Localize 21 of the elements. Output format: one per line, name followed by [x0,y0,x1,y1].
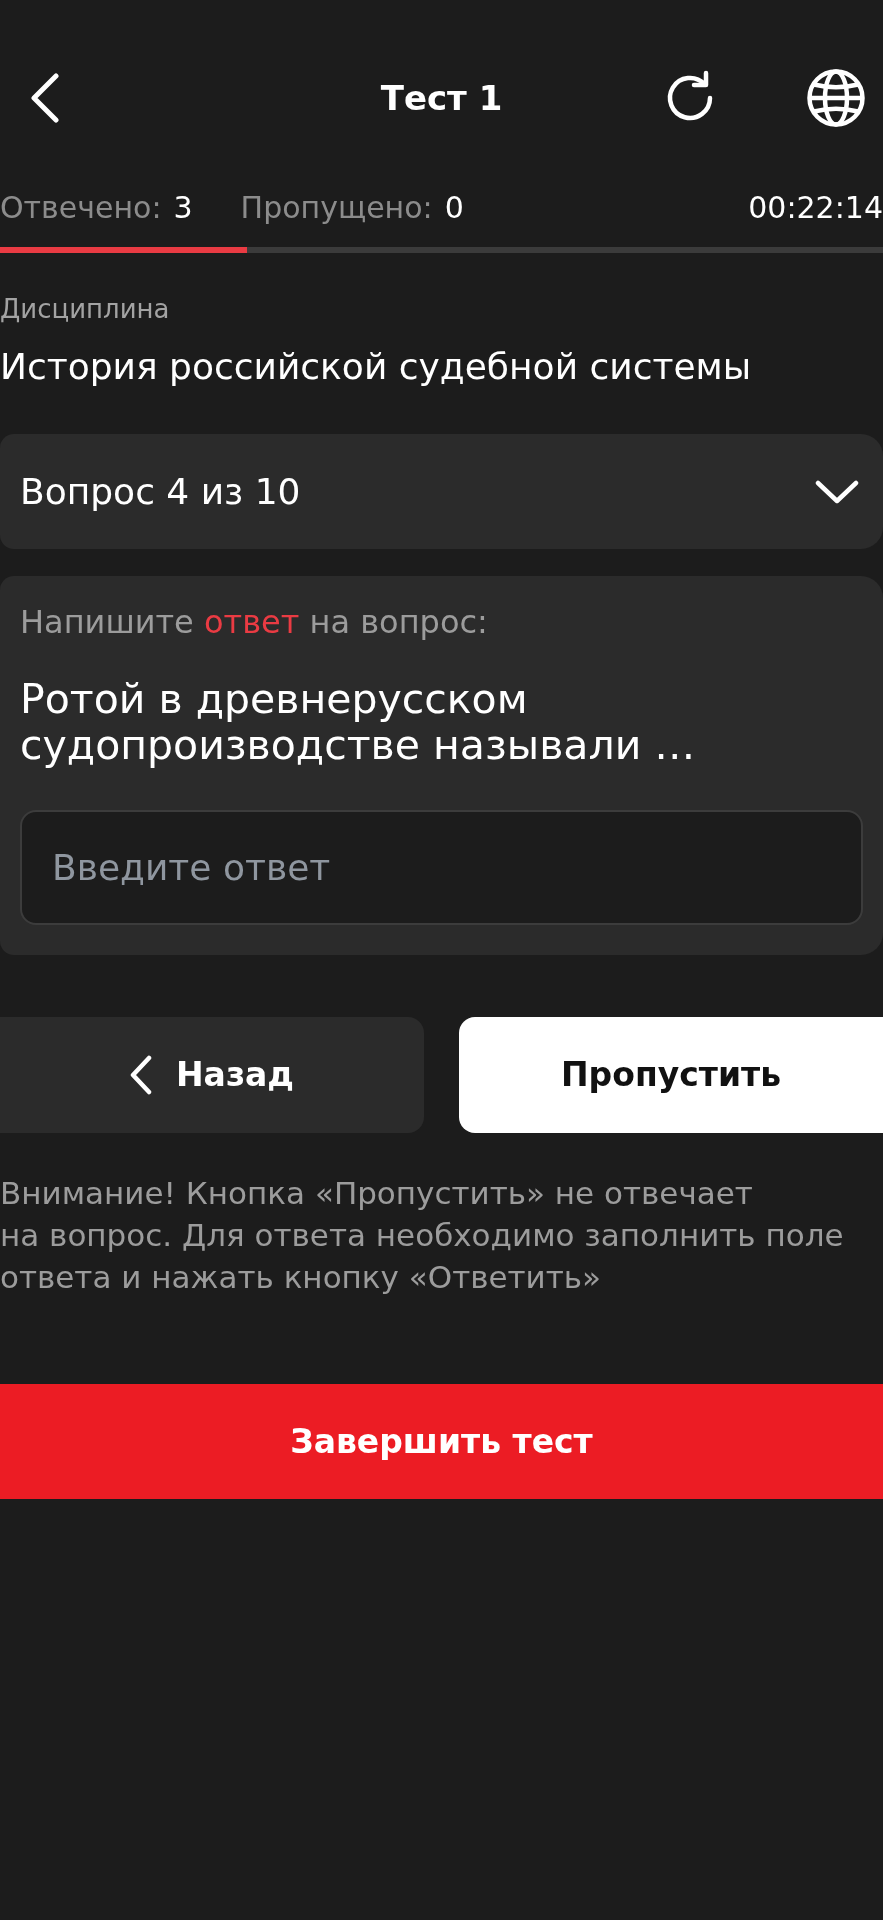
globe-icon [807,69,865,127]
stat-label: Отвечено: [0,190,162,226]
stat-label: Пропущено: [240,190,433,226]
back-button[interactable] [30,73,60,123]
finish-test-button[interactable]: Завершить тест [0,1384,883,1499]
skip-button[interactable]: Пропустить [459,1017,883,1133]
language-button[interactable] [807,69,865,127]
stat-value: 3 [173,190,193,226]
notice-text: Внимание! Кнопка «Пропустить» не отвечает на вопрос. Для ответа необходимо заполнить поле ответа и нажать кнопку «Ответить» [0,1174,845,1297]
stat-value: 0 [444,190,464,226]
discipline-name: История российской судебной системы [0,345,753,389]
discipline-label: Дисциплина [0,293,171,325]
timer-text: 00:22:14 [748,190,883,226]
page-title: Тест 1 [380,77,503,119]
back-icon [30,73,60,123]
answer-field[interactable]: Введите ответ [20,810,863,925]
back-nav-button[interactable]: Назад [0,1017,424,1133]
instruction-text: Напишите ответ на вопрос: [20,602,489,642]
chevron-left-icon [130,1055,152,1095]
question-text: Ротой в древнерусском судопроизводстве называли … [20,676,697,768]
question-selector[interactable]: Вопрос 4 из 10 [0,434,883,549]
